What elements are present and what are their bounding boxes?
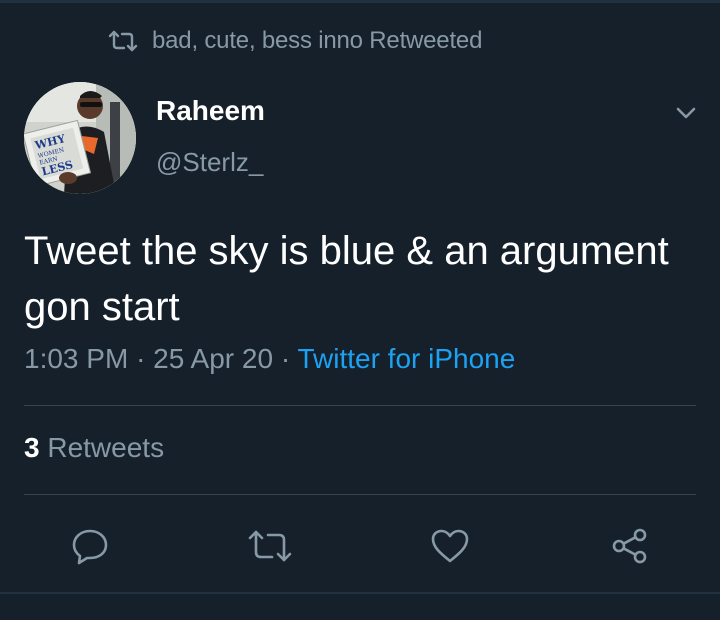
author-name[interactable]: Raheem [156, 95, 265, 127]
tweet-source-link[interactable]: Twitter for iPhone [297, 343, 515, 374]
top-divider [0, 0, 720, 3]
share-button[interactable] [608, 524, 652, 568]
retweet-count-label: Retweets [47, 432, 165, 463]
author-handle[interactable]: @Sterlz_ [156, 147, 263, 178]
retweet-banner-text: bad, cute, bess inno Retweeted [152, 27, 483, 54]
retweet-count: 3 [24, 432, 40, 463]
tweet-meta: 1:03 PM · 25 Apr 20 · Twitter for iPhone [24, 343, 515, 375]
meta-separator: · [136, 343, 146, 374]
retweet-banner[interactable]: bad, cute, bess inno Retweeted [108, 27, 482, 55]
divider [24, 405, 696, 406]
reply-button[interactable] [68, 524, 112, 568]
heart-icon [430, 528, 470, 564]
tweet-time: 1:03 PM [24, 343, 129, 374]
bottom-divider [0, 592, 720, 594]
like-button[interactable] [428, 524, 472, 568]
retweet-icon [108, 30, 138, 52]
avatar[interactable]: WHY WOMEN EARN LESS [24, 82, 136, 194]
divider [24, 494, 696, 495]
reply-icon [70, 526, 110, 566]
tweet-text: Tweet the sky is blue & an argument gon … [24, 229, 669, 329]
retweets-stat[interactable]: 3 Retweets [24, 432, 164, 464]
retweet-button[interactable] [248, 524, 292, 568]
meta-separator: · [280, 343, 291, 374]
tweet-date: 25 Apr 20 [153, 343, 274, 374]
chevron-down-icon[interactable] [670, 100, 702, 126]
retweet-icon [248, 529, 292, 563]
share-icon [610, 526, 650, 566]
